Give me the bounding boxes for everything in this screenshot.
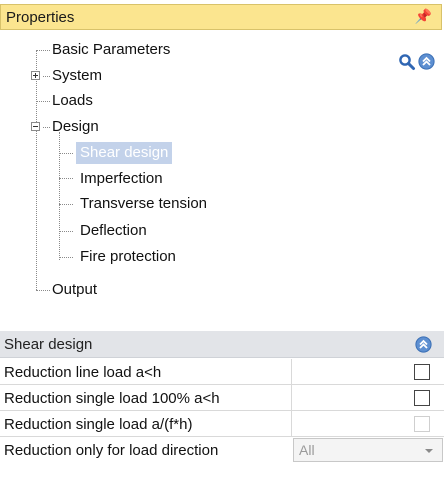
tree-item-loads[interactable]: Loads [52,90,93,112]
panel-title: Properties [6,9,75,26]
tree-item-design[interactable]: Design [52,116,99,138]
property-label: Reduction only for load direction [4,442,219,459]
property-row-load-direction: Reduction only for load direction All [0,437,444,463]
tree-item-fire-protection[interactable]: Fire protection [80,246,176,268]
property-label: Reduction single load 100% a<h [4,390,220,407]
reduction-line-load-checkbox[interactable] [414,364,430,380]
property-label: Reduction line load a<h [4,364,162,381]
property-row-single-load-100: Reduction single load 100% a<h [0,385,444,411]
tree-item-shear-design[interactable]: Shear design [76,142,173,164]
tree-item-system[interactable]: System [52,65,102,87]
property-row-line-load: Reduction line load a<h [0,359,444,385]
navigation-tree: Basic Parameters System Loads Design She… [0,38,442,298]
tree-item-basic-parameters[interactable]: Basic Parameters [52,39,170,61]
property-label: Reduction single load a/(f*h) [4,416,193,433]
section-title: Shear design [4,336,93,353]
tree-item-output[interactable]: Output [52,279,97,301]
tree-item-transverse-tension[interactable]: Transverse tension [80,193,207,215]
collapse-design-icon[interactable] [31,122,40,131]
collapse-up-icon[interactable] [418,53,435,70]
property-row-single-load-afh: Reduction single load a/(f*h) [0,411,444,437]
search-icon[interactable] [398,53,416,71]
section-header: Shear design [0,331,444,358]
reduction-single-load-afh-checkbox [414,416,430,432]
reduction-single-load-100-checkbox[interactable] [414,390,430,406]
select-value: All [299,442,315,458]
properties-title-bar: Properties 📌 [0,4,442,30]
tree-item-deflection[interactable]: Deflection [80,220,147,242]
expand-system-icon[interactable] [31,71,40,80]
section-collapse-icon[interactable] [415,336,432,353]
load-direction-select: All [293,438,443,462]
tree-design-line [59,132,60,260]
chevron-down-icon [425,449,433,453]
pin-icon[interactable]: 📌 [415,8,432,25]
tree-item-imperfection[interactable]: Imperfection [80,168,163,190]
tree-root-line [36,50,37,290]
